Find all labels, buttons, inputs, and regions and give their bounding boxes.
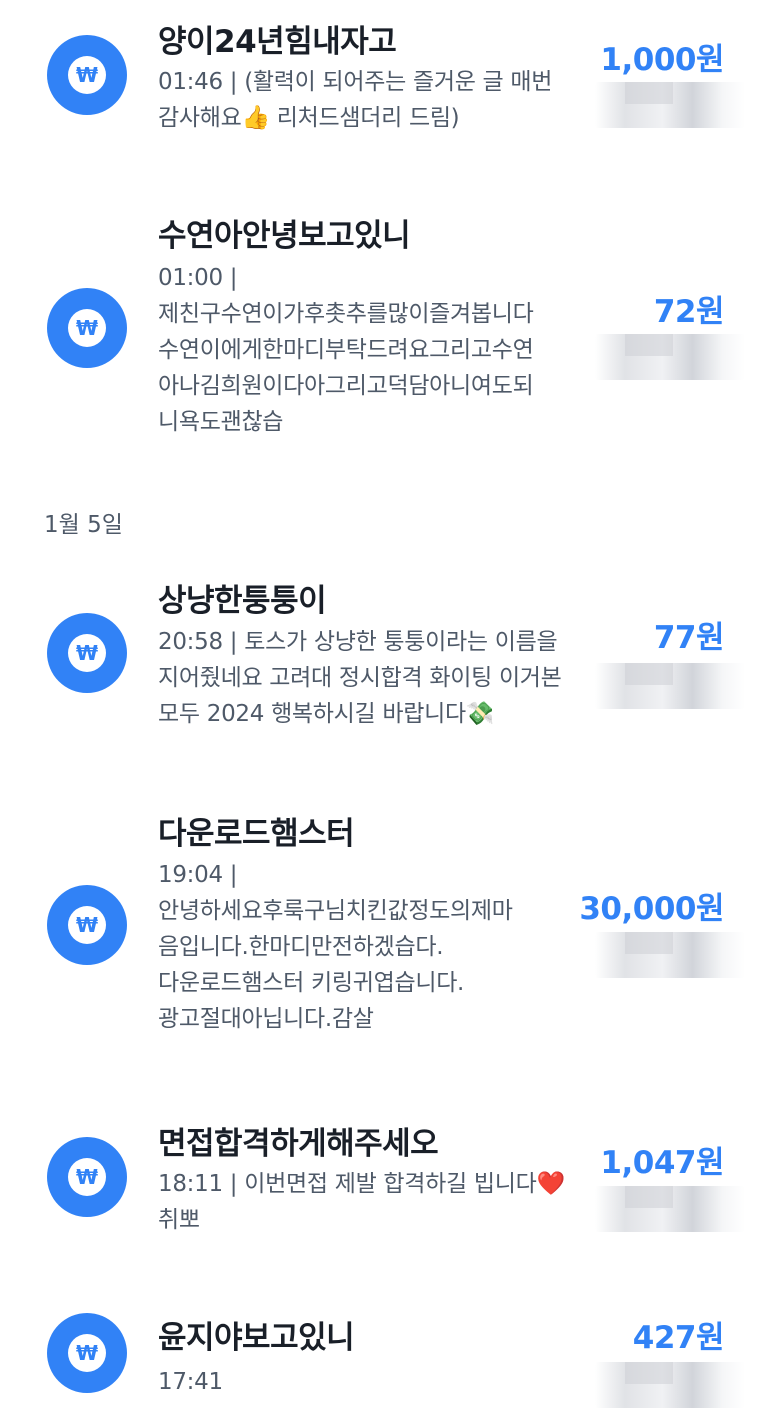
transfer-message: 01:00 | 제친구수연이가후촛추를많이즐겨봅니다 수연이에게한마디부탁드려요… (158, 260, 578, 440)
amount: 30,000원 (579, 891, 724, 927)
blurred-balance (595, 82, 745, 128)
message-line: 수연이에게한마디부탁드려요그리고수연 (158, 337, 534, 363)
blurred-balance (595, 663, 745, 709)
message-line: 다운로드햄스터 키링귀엽습니다. (158, 970, 465, 996)
sender-name: 상냥한퉁퉁이 (158, 583, 327, 619)
transfer-message: 01:46 | (활력이 되어주는 즐거운 글 매번 감사해요👍 리처드샘더리 … (158, 64, 578, 136)
message-line: 18:11 | 이번면접 제발 합격하길 빕니다❤️ (158, 1171, 565, 1197)
message-line: 19:04 | (158, 862, 238, 888)
message-line: 안녕하세요후룩구님치킨값정도의제마 (158, 898, 513, 924)
amount: 1,000원 (600, 42, 724, 78)
amount: 1,047원 (600, 1145, 724, 1181)
blurred-balance (595, 334, 745, 380)
transfer-message: 17:41 (158, 1364, 578, 1400)
won-coin-icon: ₩ (47, 35, 127, 115)
message-line: 제친구수연이가후촛추를많이즐겨봅니다 (158, 301, 534, 327)
message-line: 취뽀 (158, 1207, 200, 1233)
won-coin-icon: ₩ (47, 1313, 127, 1393)
won-coin-icon: ₩ (47, 1137, 127, 1217)
blurred-balance (595, 1362, 745, 1408)
blurred-balance (595, 932, 745, 978)
message-line: 아나김희원이다아그리고덕담아니여도되 (158, 373, 534, 399)
sender-name: 수연아안녕보고있니 (158, 218, 411, 254)
message-line: 모두 2024 행복하시길 바랍니다💸 (158, 701, 495, 727)
sender-name: 윤지야보고있니 (158, 1320, 355, 1356)
message-line: 17:41 (158, 1369, 223, 1395)
transfer-message: 18:11 | 이번면접 제발 합격하길 빕니다❤️ 취뽀 (158, 1166, 578, 1238)
sender-name: 면접합격하게해주세오 (158, 1126, 439, 1162)
amount: 427원 (632, 1320, 725, 1356)
blurred-balance (595, 1186, 745, 1232)
amount: 77원 (653, 620, 725, 656)
message-line: 01:00 | (158, 265, 238, 291)
amount: 72원 (653, 294, 725, 330)
date-header: 1월 5일 (44, 512, 123, 538)
won-coin-icon: ₩ (47, 885, 127, 965)
message-line: 감사해요👍 리처드샘더리 드림) (158, 105, 460, 131)
transfer-message: 19:04 | 안녕하세요후룩구님치킨값정도의제마 음입니다.한마디만전하겠습다… (158, 857, 578, 1037)
message-line: 니욕도괜찮습 (158, 409, 284, 435)
transfer-message: 20:58 | 토스가 상냥한 퉁퉁이라는 이름을 지어줬네요 고려대 정시합격… (158, 624, 578, 732)
message-line: 광고절대아닙니다.감살 (158, 1006, 374, 1032)
message-line: 음입니다.한마디만전하겠습다. (158, 934, 444, 960)
won-coin-icon: ₩ (47, 288, 127, 368)
won-coin-icon: ₩ (47, 613, 127, 693)
message-line: 지어줬네요 고려대 정시합격 화이팅 이거본 (158, 665, 562, 691)
sender-name: 다운로드햄스터 (158, 816, 355, 852)
sender-name: 양이24년힘내자고 (158, 24, 397, 60)
message-line: 01:46 | (활력이 되어주는 즐거운 글 매번 (158, 69, 553, 95)
message-line: 20:58 | 토스가 상냥한 퉁퉁이라는 이름을 (158, 629, 558, 655)
